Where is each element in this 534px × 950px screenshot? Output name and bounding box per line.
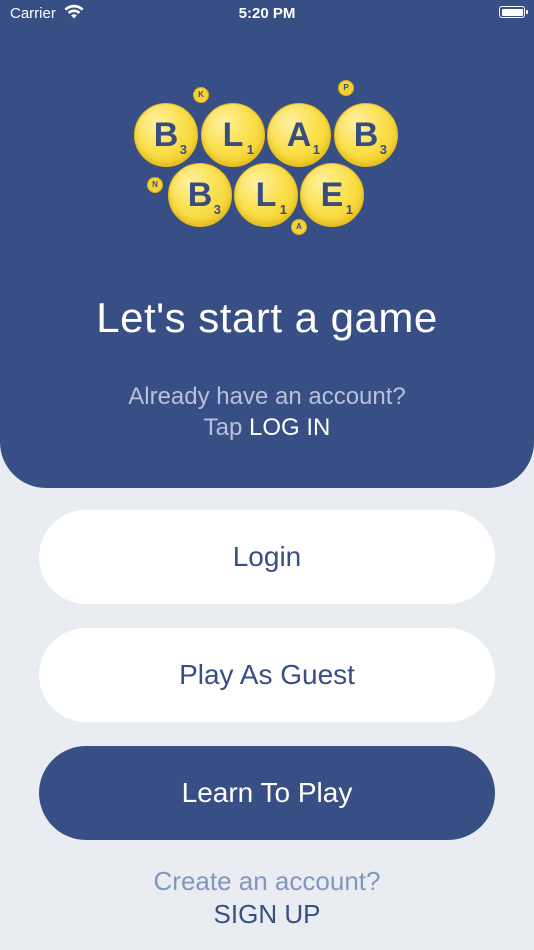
logo-tile: B 3 <box>134 103 198 167</box>
login-link[interactable]: LOG IN <box>249 414 330 441</box>
tap-prefix: Tap <box>203 414 243 441</box>
logo-tile: B 3 <box>334 103 398 167</box>
logo-tile: B 3 <box>168 163 232 227</box>
logo-tile: A 1 <box>267 103 331 167</box>
blabble-logo: B 3 L 1 A 1 B 3 B 3 L 1 E 1 K P N A <box>0 0 534 250</box>
play-as-guest-button[interactable]: Play As Guest <box>39 628 495 722</box>
page-title: Let's start a game <box>96 294 438 341</box>
logo-tile: E 1 <box>300 163 364 227</box>
logo-mini-tile: N <box>147 177 163 193</box>
logo-mini-tile: P <box>338 80 354 96</box>
logo-tile: L 1 <box>234 163 298 227</box>
hero-panel: Carrier 5:20 PM B 3 L 1 A 1 B 3 B 3 L 1 … <box>0 0 534 488</box>
learn-to-play-button[interactable]: Learn To Play <box>39 746 495 840</box>
login-hint: Tap LOG IN <box>0 414 534 442</box>
logo-mini-tile: K <box>193 87 209 103</box>
sign-up-link[interactable]: SIGN UP <box>0 899 534 930</box>
logo-tile: L 1 <box>201 103 265 167</box>
account-prompt: Already have an account? <box>128 383 406 410</box>
login-button[interactable]: Login <box>39 510 495 604</box>
logo-mini-tile: A <box>291 219 307 235</box>
create-account-prompt: Create an account? <box>153 866 381 896</box>
